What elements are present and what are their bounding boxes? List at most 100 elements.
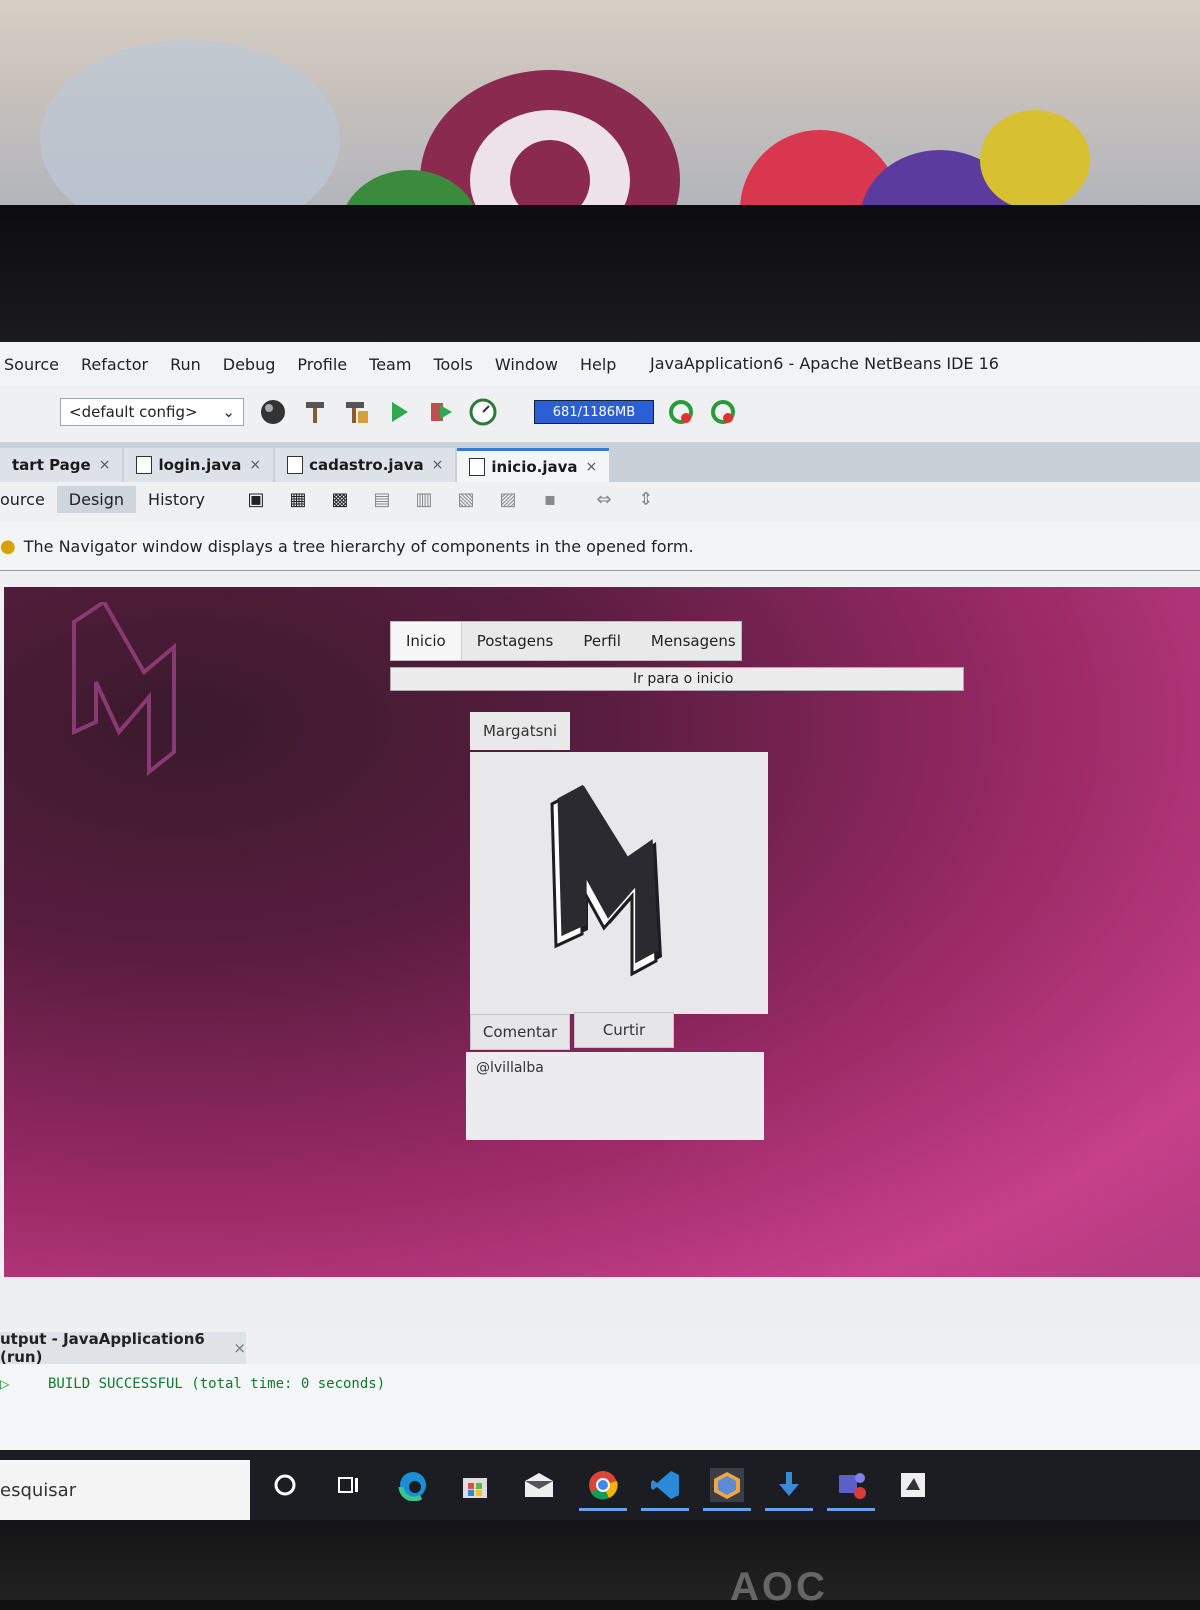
nav-tab-inicio[interactable]: Inicio — [391, 622, 462, 660]
task-view-icon[interactable] — [332, 1468, 366, 1502]
view-source[interactable]: ource — [0, 486, 57, 513]
mail-icon[interactable] — [522, 1468, 556, 1502]
tab-login-java[interactable]: login.java × — [124, 448, 274, 482]
form-design-canvas[interactable]: Inicio Postagens Perfil Mensagens Ir par… — [4, 587, 1200, 1277]
build-hammer-icon[interactable] — [300, 397, 330, 427]
output-divider — [0, 1277, 1200, 1327]
edge-icon[interactable] — [396, 1468, 430, 1502]
nav-tab-bar: Inicio Postagens Perfil Mensagens — [390, 621, 742, 661]
config-select[interactable]: <default config> ⌄ — [60, 398, 244, 426]
build-status-line: BUILD SUCCESSFUL (total time: 0 seconds) — [48, 1376, 386, 1392]
active-app-indicator — [827, 1508, 875, 1511]
active-app-indicator — [703, 1508, 751, 1511]
profiler-snapshot-icon[interactable] — [708, 397, 738, 427]
align-top-icon[interactable]: ▨ — [493, 484, 523, 514]
store-icon[interactable] — [458, 1468, 492, 1502]
menu-help[interactable]: Help — [569, 355, 627, 374]
tab-label: login.java — [158, 456, 242, 474]
clean-build-icon[interactable] — [342, 397, 372, 427]
active-app-indicator — [579, 1508, 627, 1511]
tab-cadastro-java[interactable]: cadastro.java × — [275, 448, 456, 482]
teams-icon[interactable] — [834, 1468, 868, 1502]
tab-label: cadastro.java — [309, 456, 424, 474]
like-button[interactable]: Curtir — [574, 1012, 674, 1048]
tab-start-page[interactable]: tart Page × — [0, 448, 123, 482]
run-icon[interactable] — [384, 397, 414, 427]
memory-indicator[interactable]: 681/1186MB — [534, 400, 654, 424]
close-icon[interactable]: × — [233, 1339, 246, 1357]
post-image — [470, 752, 768, 1014]
active-app-indicator — [765, 1508, 813, 1511]
close-icon[interactable]: × — [99, 457, 111, 473]
cortana-icon[interactable] — [268, 1468, 302, 1502]
monitor-bezel-bottom — [0, 1520, 1200, 1600]
main-toolbar: <default config> ⌄ 681/1186MB — [0, 386, 1200, 438]
wall-decoration — [980, 110, 1090, 210]
menu-window[interactable]: Window — [484, 355, 569, 374]
rerun-icon[interactable]: ▷ — [0, 1374, 10, 1393]
java-file-icon — [136, 456, 153, 474]
nav-tab-mensagens[interactable]: Mensagens — [636, 622, 751, 660]
menu-source[interactable]: Source — [0, 355, 70, 374]
taskbar: esquisar — [0, 1450, 1200, 1522]
monitor-brand-logo: AOC — [730, 1565, 828, 1609]
menu-bar: Source Refactor Run Debug Profile Team T… — [0, 342, 1200, 386]
nav-tab-perfil[interactable]: Perfil — [568, 622, 636, 660]
taskbar-search-input[interactable]: esquisar — [0, 1460, 250, 1520]
output-tab[interactable]: utput - JavaApplication6 (run) × — [0, 1330, 246, 1366]
editor-tab-bar: tart Page × login.java × cadastro.java ×… — [0, 442, 1200, 482]
close-icon[interactable]: × — [586, 459, 598, 475]
tab-label: tart Page — [12, 456, 91, 474]
menu-debug[interactable]: Debug — [212, 355, 287, 374]
menu-run[interactable]: Run — [159, 355, 212, 374]
info-bar: ● The Navigator window displays a tree h… — [0, 522, 1200, 571]
resize-vertical-icon[interactable]: ⇕ — [631, 484, 661, 514]
lightbulb-icon: ● — [0, 535, 16, 557]
close-icon[interactable]: × — [249, 457, 261, 473]
screen: Source Refactor Run Debug Profile Team T… — [0, 342, 1200, 1522]
goto-home-button[interactable]: Ir para o inicio — [390, 667, 964, 691]
nav-tab-postagens[interactable]: Postagens — [462, 622, 569, 660]
user-tab[interactable]: Margatsni — [470, 712, 570, 750]
view-history[interactable]: History — [136, 486, 217, 513]
active-app-indicator — [641, 1508, 689, 1511]
tab-inicio-java[interactable]: inicio.java × — [457, 448, 610, 482]
comment-text: @lvillalba — [476, 1060, 544, 1076]
selection-mode-icon[interactable]: ▣ — [241, 484, 271, 514]
window-title: JavaApplication6 - Apache NetBeans IDE 1… — [650, 354, 999, 373]
menu-tools[interactable]: Tools — [422, 355, 483, 374]
vscode-icon[interactable] — [648, 1468, 682, 1502]
output-panel: ▷ BUILD SUCCESSFUL (total time: 0 second… — [0, 1364, 1200, 1454]
download-icon[interactable] — [772, 1468, 806, 1502]
app-icon[interactable] — [896, 1468, 930, 1502]
java-file-icon — [287, 456, 304, 474]
debug-icon[interactable] — [426, 397, 456, 427]
connection-mode-icon[interactable]: ▦ — [283, 484, 313, 514]
resize-horizontal-icon[interactable]: ⇔ — [589, 484, 619, 514]
align-left-icon[interactable]: ▤ — [367, 484, 397, 514]
close-icon[interactable]: × — [432, 457, 444, 473]
align-bottom-icon[interactable]: ▪ — [535, 484, 565, 514]
gc-icon[interactable] — [666, 397, 696, 427]
m-logo-icon — [550, 784, 662, 977]
menu-profile[interactable]: Profile — [286, 355, 358, 374]
output-tab-label: utput - JavaApplication6 (run) — [0, 1330, 205, 1366]
align-right-icon[interactable]: ▥ — [409, 484, 439, 514]
config-value: <default config> — [69, 403, 198, 421]
align-center-icon[interactable]: ▧ — [451, 484, 481, 514]
preview-design-icon[interactable]: ▩ — [325, 484, 355, 514]
java-file-icon — [469, 457, 486, 476]
profile-icon[interactable] — [468, 397, 498, 427]
menu-refactor[interactable]: Refactor — [70, 355, 159, 374]
monitor-bezel-top — [0, 205, 1200, 345]
view-design[interactable]: Design — [56, 485, 137, 513]
info-text: The Navigator window displays a tree hie… — [23, 536, 694, 556]
comment-area[interactable]: @lvillalba — [466, 1052, 764, 1140]
tab-label: inicio.java — [491, 457, 578, 476]
netbeans-icon[interactable] — [710, 1468, 744, 1502]
menu-team[interactable]: Team — [358, 355, 422, 374]
editor-view-bar: ource Design History ▣ ▦ ▩ ▤ ▥ ▧ ▨ ▪ ⇔ ⇕ — [0, 482, 1200, 516]
globe-icon[interactable] — [258, 397, 288, 427]
comment-button[interactable]: Comentar — [470, 1014, 570, 1050]
chrome-icon[interactable] — [586, 1468, 620, 1502]
